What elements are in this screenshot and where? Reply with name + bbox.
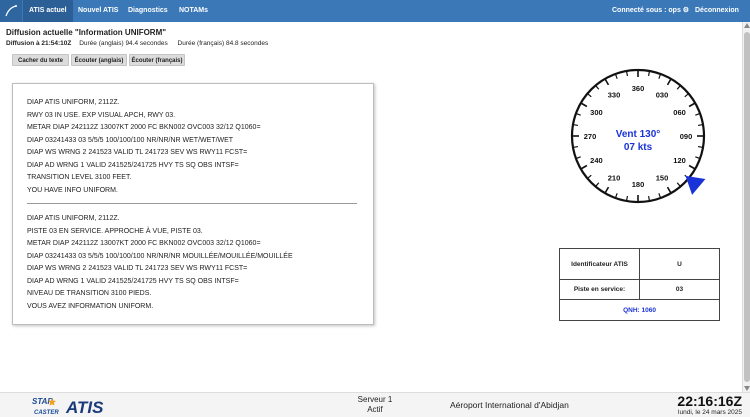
listen-french-button[interactable]: Écouter (français) xyxy=(129,54,185,66)
atis-line: DIAP AD WRNG 1 VALID 241525/241725 HVY T… xyxy=(27,277,239,285)
compass-rose: 360 030 060 090 120 150 180 210 240 270 300 330 Ven… xyxy=(570,68,706,204)
wind-direction-text: Vent 130° xyxy=(616,129,661,140)
scroll-down-icon[interactable] xyxy=(744,386,750,391)
atis-line: METAR DIAP 242112Z 13007KT 2000 FC BKN00… xyxy=(27,124,261,131)
atis-line: DIAP WS WRNG 2 241523 VALID TL 241723 SE… xyxy=(27,265,248,272)
atis-line: YOU HAVE INFO UNIFORM. xyxy=(27,186,118,194)
utc-time: 22:16:16Z xyxy=(677,393,742,409)
compass-tick xyxy=(648,70,651,77)
identifier-value: U xyxy=(677,260,682,268)
atis-line: TRANSITION LEVEL 3100 FEET. xyxy=(27,174,132,181)
identifier-label: Identificateur ATIS xyxy=(560,249,640,279)
wind-arrow-icon xyxy=(685,175,706,195)
duration-french: Durée (français) 84.8 secondes xyxy=(177,40,269,47)
top-nav-bar: ATIS actuel Nouvel ATIS Diagnostics NOTA… xyxy=(0,0,750,22)
atis-line: PISTE 03 EN SERVICE. APPROCHE À VUE, PIS… xyxy=(27,227,203,235)
compass-label: 300 xyxy=(590,108,603,117)
server-status: Serveur 1 Actif xyxy=(350,395,400,415)
tab-notams[interactable]: NOTAMs xyxy=(173,0,214,22)
listen-english-button[interactable]: Écouter (anglais) xyxy=(71,54,127,66)
compass-label: 180 xyxy=(632,180,645,189)
compass-label: 090 xyxy=(680,132,693,141)
compass-label: 270 xyxy=(584,132,597,141)
runway-value: 03 xyxy=(675,286,684,293)
language-divider xyxy=(27,203,357,204)
atis-text-panel: DIAP ATIS UNIFORM, 2112Z. RWY 03 IN USE.… xyxy=(12,83,374,325)
atis-line: DIAP WS WRNG 2 241523 VALID TL 241723 SE… xyxy=(27,149,248,156)
home-logo-icon[interactable] xyxy=(0,0,22,22)
tab-new-atis[interactable]: Nouvel ATIS xyxy=(72,0,124,22)
atis-line: DIAP ATIS UNIFORM, 2112Z. xyxy=(27,215,120,222)
atis-line: DIAP ATIS UNIFORM, 2112Z. xyxy=(27,99,120,106)
server-name: Serveur 1 xyxy=(357,395,393,404)
atis-french-block: DIAP ATIS UNIFORM, 2112Z. PISTE 03 EN SE… xyxy=(27,213,359,313)
scroll-up-icon[interactable] xyxy=(744,23,750,28)
atis-line: DIAP AD WRNG 1 VALID 241525/241725 HVY T… xyxy=(27,161,239,169)
wind-speed-text: 07 kts xyxy=(624,142,653,153)
atis-line: DIAP 03241433 03 5/5/5 100/100/100 NR/NR… xyxy=(27,136,234,144)
compass-label: 240 xyxy=(590,156,603,165)
page-title: Diffusion actuelle "Information UNIFORM" xyxy=(6,28,167,37)
tab-diagnostics[interactable]: Diagnostics xyxy=(122,0,174,22)
footer-bar: STAR CASTER ATIS Serveur 1 Actif Aéropor… xyxy=(0,392,750,417)
compass-tick xyxy=(572,146,579,149)
atis-line: DIAP 03241433 03 5/5/5 100/100/100 NR/NR… xyxy=(27,252,293,260)
connected-user[interactable]: Connecté sous : ops ⚙ xyxy=(612,0,689,22)
connected-user-label: Connecté sous : ops xyxy=(612,7,681,14)
compass-tick xyxy=(572,123,579,126)
compass-tick xyxy=(648,195,651,202)
tab-current-atis[interactable]: ATIS actuel xyxy=(23,0,73,22)
starcaster-logo: STAR CASTER ATIS xyxy=(30,395,115,417)
logout-link[interactable]: Déconnexion xyxy=(695,0,739,22)
compass-label: 120 xyxy=(673,156,686,165)
duration-english: Durée (anglais) 94.4 secondes xyxy=(79,40,168,47)
atis-line: NIVEAU DE TRANSITION 3100 PIEDS. xyxy=(27,290,152,297)
broadcast-time: Diffusion à 21:54:10Z xyxy=(6,40,72,47)
broadcast-info: Diffusion à 21:54:10Z Durée (anglais) 94… xyxy=(6,40,276,47)
qnh-value: QNH: 1060 xyxy=(623,306,656,314)
compass-label: 060 xyxy=(673,108,686,117)
atis-line: VOUS AVEZ INFORMATION UNIFORM. xyxy=(27,302,154,310)
compass-label: 360 xyxy=(632,84,645,93)
hide-text-button[interactable]: Cacher du texte xyxy=(12,54,69,66)
compass-label: 150 xyxy=(656,174,669,183)
current-date: lundi, le 24 mars 2025 xyxy=(678,409,742,416)
runway-label: Piste en service: xyxy=(560,280,640,299)
page-scrollbar[interactable] xyxy=(742,22,750,392)
compass-tick xyxy=(625,70,628,77)
brand-atis: ATIS xyxy=(65,398,104,417)
airport-name: Aéroport International d'Abidjan xyxy=(450,400,569,410)
atis-line: METAR DIAP 242112Z 13007KT 2000 FC BKN00… xyxy=(27,240,261,247)
server-state: Actif xyxy=(367,405,383,414)
atis-line: RWY 03 IN USE. EXP VISUAL APCH, RWY 03. xyxy=(27,111,176,119)
atis-info-table: Identificateur ATIS U Piste en service: … xyxy=(559,248,720,321)
utc-clock: 22:16:16Z lundi, le 24 mars 2025 xyxy=(677,393,742,417)
compass-tick xyxy=(697,123,704,126)
brand-caster: CASTER xyxy=(34,410,59,416)
wind-compass: 360 030 060 090 120 150 180 210 240 270 300 330 Ven… xyxy=(568,66,708,206)
compass-tick xyxy=(625,195,628,202)
compass-label: 330 xyxy=(608,90,621,99)
compass-label: 030 xyxy=(656,90,669,99)
scrollbar-thumb[interactable] xyxy=(744,32,750,382)
compass-label: 210 xyxy=(608,174,621,183)
atis-english-block: DIAP ATIS UNIFORM, 2112Z. RWY 03 IN USE.… xyxy=(27,97,359,197)
compass-tick xyxy=(697,146,704,149)
gear-icon[interactable]: ⚙ xyxy=(683,7,689,14)
